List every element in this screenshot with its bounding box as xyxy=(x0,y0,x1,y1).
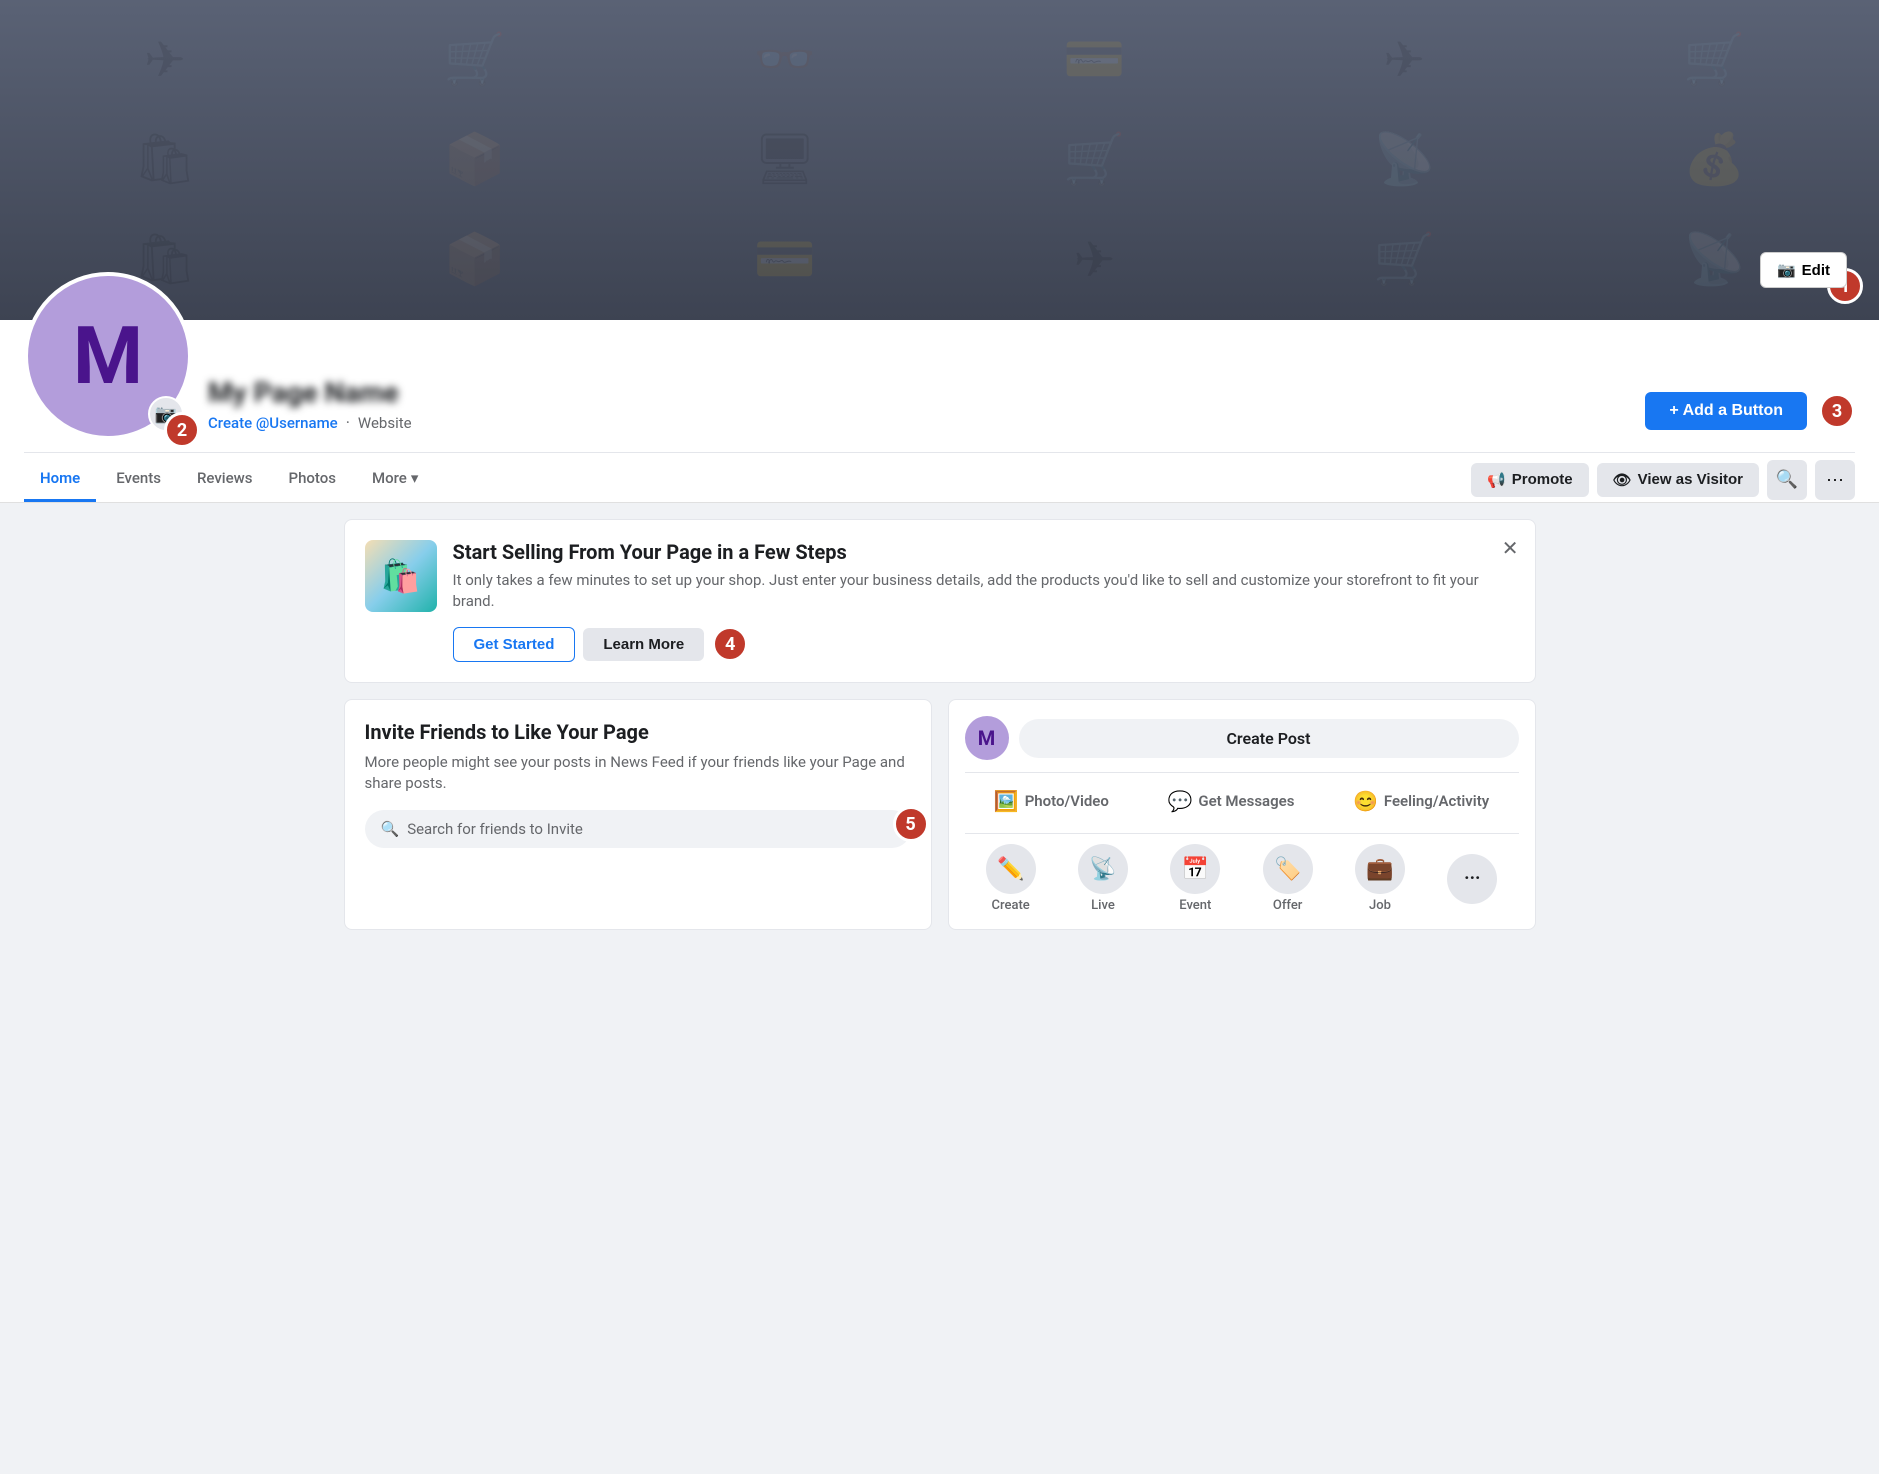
search-icon: 🔍 xyxy=(381,820,400,838)
photo-video-label: Photo/Video xyxy=(1025,792,1109,810)
nav-right: 📢 Promote 👁 View as Visitor 🔍 ··· xyxy=(1471,460,1855,500)
selling-title: Start Selling From Your Page in a Few St… xyxy=(453,540,1515,564)
tab-more[interactable]: More ▾ xyxy=(356,457,434,502)
event-icon: 📅 xyxy=(1170,844,1220,894)
profile-section: M 📷 2 My Page Name Create @Username · We… xyxy=(0,320,1879,503)
view-as-visitor-label: View as Visitor xyxy=(1638,471,1743,488)
tab-photos[interactable]: Photos xyxy=(273,457,352,502)
live-item[interactable]: 📡 Live xyxy=(1078,844,1128,913)
feeling-icon: 😊 xyxy=(1353,789,1378,813)
invite-description: More people might see your posts in News… xyxy=(365,752,911,794)
live-icon: 📡 xyxy=(1078,844,1128,894)
chevron-down-icon: ▾ xyxy=(411,469,419,487)
invite-badge-5: 5 xyxy=(893,806,929,842)
selling-badge-4: 4 xyxy=(712,626,748,662)
bottom-grid: Invite Friends to Like Your Page More pe… xyxy=(344,699,1536,930)
edit-label: Edit xyxy=(1802,262,1830,279)
dots-icon: ··· xyxy=(1826,469,1844,490)
job-item[interactable]: 💼 Job xyxy=(1355,844,1405,913)
cover-pattern: ✈ 🛒 👓 💳 ✈ 🛒 🛍 📦 🖥 🛒 📡 💰 🛍 📦 💳 ✈ 🛒 📡 xyxy=(0,0,1879,320)
profile-info: My Page Name Create @Username · Website xyxy=(208,376,1629,440)
feeling-activity-label: Feeling/Activity xyxy=(1384,792,1489,810)
search-icon: 🔍 xyxy=(1776,469,1798,490)
more-item[interactable]: ··· xyxy=(1447,854,1497,904)
selling-content: Start Selling From Your Page in a Few St… xyxy=(453,540,1515,662)
close-banner-button[interactable]: ✕ xyxy=(1502,536,1519,561)
create-post-placeholder: Create Post xyxy=(1226,729,1310,748)
get-messages-label: Get Messages xyxy=(1198,792,1294,810)
tab-reviews[interactable]: Reviews xyxy=(181,457,269,502)
close-icon: ✕ xyxy=(1502,538,1519,560)
search-button[interactable]: 🔍 xyxy=(1767,460,1807,500)
small-avatar: M xyxy=(965,716,1009,760)
add-button-wrap: + Add a Button 3 xyxy=(1645,392,1855,430)
create-username-link[interactable]: Create @Username xyxy=(208,414,338,432)
eye-icon: 👁 xyxy=(1613,471,1632,489)
nav-left: Home Events Reviews Photos More ▾ xyxy=(24,457,434,502)
learn-more-button[interactable]: Learn More xyxy=(583,628,704,661)
profile-top: M 📷 2 My Page Name Create @Username · We… xyxy=(24,320,1855,452)
selling-banner: 🛍️ Start Selling From Your Page in a Few… xyxy=(344,519,1536,683)
separator: · xyxy=(346,413,350,432)
profile-links: Create @Username · Website xyxy=(208,413,1629,432)
promote-button[interactable]: 📢 Promote xyxy=(1471,463,1589,497)
messenger-icon: 💬 xyxy=(1167,789,1192,813)
view-as-visitor-button[interactable]: 👁 View as Visitor xyxy=(1597,463,1759,497)
add-button-label: + Add a Button xyxy=(1669,402,1783,420)
camera-icon: 📷 xyxy=(1777,261,1796,279)
nav-tabs: Home Events Reviews Photos More ▾ 📢 Prom… xyxy=(24,452,1855,502)
post-actions: 🖼️ Photo/Video 💬 Get Messages 😊 Feeling/… xyxy=(965,772,1519,821)
selling-actions: Get Started Learn More 4 xyxy=(453,626,1515,662)
search-placeholder: Search for friends to Invite xyxy=(407,820,583,838)
offer-icon: 🏷️ xyxy=(1263,844,1313,894)
offer-item[interactable]: 🏷️ Offer xyxy=(1263,844,1313,913)
tab-home[interactable]: Home xyxy=(24,457,96,502)
create-post-top: M Create Post xyxy=(965,716,1519,760)
photo-video-action[interactable]: 🖼️ Photo/Video xyxy=(982,781,1121,821)
cover-photo: ✈ 🛒 👓 💳 ✈ 🛒 🛍 📦 🖥 🛒 📡 💰 🛍 📦 💳 ✈ 🛒 📡 1 📷 … xyxy=(0,0,1879,320)
create-item[interactable]: ✏️ Create xyxy=(986,844,1036,913)
tab-events[interactable]: Events xyxy=(100,457,177,502)
job-icon: 💼 xyxy=(1355,844,1405,894)
feeling-activity-action[interactable]: 😊 Feeling/Activity xyxy=(1341,781,1501,821)
profile-badge-3: 3 xyxy=(1819,393,1855,429)
create-post-input[interactable]: Create Post xyxy=(1019,719,1519,758)
selling-description: It only takes a few minutes to set up yo… xyxy=(453,570,1515,612)
main-content: 🛍️ Start Selling From Your Page in a Few… xyxy=(320,503,1560,946)
invite-card: Invite Friends to Like Your Page More pe… xyxy=(344,699,932,930)
website-link[interactable]: Website xyxy=(358,414,412,432)
get-started-button[interactable]: Get Started xyxy=(453,627,576,662)
event-item[interactable]: 📅 Event xyxy=(1170,844,1220,913)
more-icon: ··· xyxy=(1447,854,1497,904)
avatar-wrap: M 📷 2 xyxy=(24,272,192,440)
invite-title: Invite Friends to Like Your Page xyxy=(365,720,911,744)
more-options-button[interactable]: ··· xyxy=(1815,460,1855,500)
create-icon: ✏️ xyxy=(986,844,1036,894)
search-friends-input[interactable]: 🔍 Search for friends to Invite 5 xyxy=(365,810,911,848)
create-bottom: ✏️ Create 📡 Live 📅 Event 🏷️ Offer 💼 xyxy=(965,833,1519,913)
create-post-card: M Create Post 🖼️ Photo/Video 💬 Get Messa… xyxy=(948,699,1536,930)
page-name: My Page Name xyxy=(208,376,1629,409)
avatar-letter: M xyxy=(73,309,143,403)
promote-label: Promote xyxy=(1512,471,1573,488)
get-messages-action[interactable]: 💬 Get Messages xyxy=(1155,781,1306,821)
megaphone-icon: 📢 xyxy=(1487,471,1506,489)
selling-icon: 🛍️ xyxy=(365,540,437,612)
photo-video-icon: 🖼️ xyxy=(994,789,1019,813)
profile-badge-2: 2 xyxy=(164,412,200,448)
add-a-button-btn[interactable]: + Add a Button xyxy=(1645,392,1807,430)
cover-edit-button[interactable]: 📷 Edit xyxy=(1760,252,1847,288)
